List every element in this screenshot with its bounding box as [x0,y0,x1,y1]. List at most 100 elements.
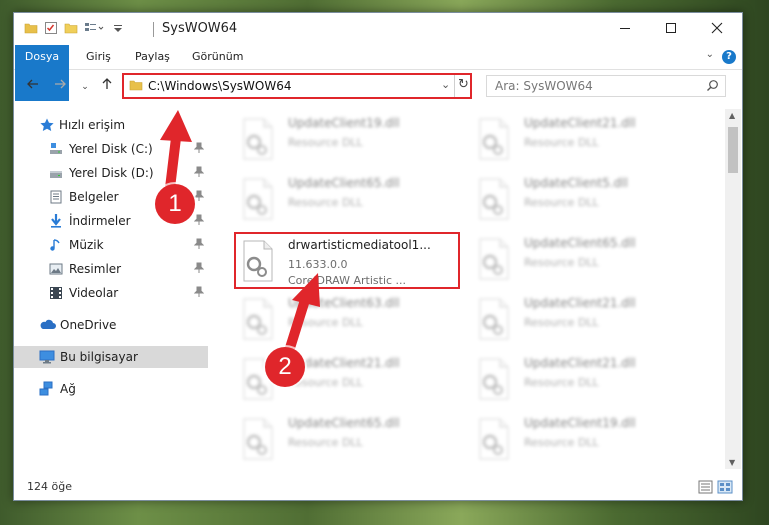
file-name: UpdateClient5.dll [524,176,628,190]
vertical-scrollbar[interactable]: ▲ ▼ [725,109,741,469]
back-button[interactable] [24,76,42,98]
maximize-button[interactable] [648,13,694,43]
file-item[interactable]: UpdateClient63.dll Resource DLL [236,291,460,347]
file-name: UpdateClient63.dll [288,296,400,310]
step-badge-2: 2 [265,347,305,387]
details-view-icon[interactable] [698,480,713,494]
nav-item-local-disk-d[interactable]: Yerel Disk (D:) [14,162,208,184]
file-item[interactable]: UpdateClient21.dll Resource DLL [472,111,696,167]
back-arrow-icon [27,79,38,89]
file-name: UpdateClient65.dll [288,416,400,430]
pin-icon[interactable] [193,166,205,178]
address-dropdown-icon[interactable]: ⌄ [441,78,450,91]
search-box[interactable]: Ara: SysWOW64 [486,75,726,97]
dll-file-icon [476,177,512,221]
file-type: Resource DLL [524,136,599,149]
nav-item-network[interactable]: Ağ [14,378,208,400]
explorer-window: SysWOW64 Dosya Giriş Paylaş Görünüm ⌄ ? … [13,12,743,501]
pin-icon[interactable] [193,238,205,250]
dll-file-icon [240,297,276,341]
music-icon [48,237,64,253]
step-badge-1: 1 [155,184,195,224]
tab-share[interactable]: Paylaş [135,45,170,69]
nav-item-videos[interactable]: Videolar [14,282,208,304]
view-options-icon[interactable] [84,21,104,38]
ribbon-tabs: Dosya Giriş Paylaş Görünüm ⌄ ? [14,45,742,101]
scrollbar-thumb[interactable] [728,127,738,173]
download-icon [48,213,64,229]
navigation-pane: Hızlı erişim Yerel Disk (C:) Yerel Disk … [14,109,210,469]
pin-icon[interactable] [193,142,205,154]
file-type: Resource DLL [524,256,599,269]
file-type: Resource DLL [288,436,363,449]
cloud-icon [39,317,56,333]
pictures-icon [48,261,64,277]
minimize-button[interactable] [602,13,648,43]
tab-view[interactable]: Görünüm [192,45,243,69]
properties-icon[interactable] [44,21,58,38]
pin-icon[interactable] [193,214,205,226]
nav-item-local-disk-c[interactable]: Yerel Disk (C:) [14,138,208,160]
item-count: 124 öğe [27,480,72,493]
file-type: Resource DLL [288,316,363,329]
file-name: UpdateClient21.dll [524,296,636,310]
scroll-down-icon[interactable]: ▼ [729,458,735,467]
expand-ribbon-icon[interactable]: ⌄ [706,49,714,60]
nav-item-quick-access[interactable]: Hızlı erişim [14,114,208,136]
file-type: Resource DLL [524,196,599,209]
file-item[interactable]: UpdateClient5.dll Resource DLL [472,171,696,227]
file-name: UpdateClient65.dll [288,176,400,190]
documents-icon [48,189,64,205]
videos-icon [48,285,64,301]
nav-item-onedrive[interactable]: OneDrive [14,314,208,336]
large-icons-view-icon[interactable] [717,480,733,494]
nav-item-this-pc[interactable]: Bu bilgisayar [14,346,208,368]
folder-icon [24,21,38,38]
dll-file-icon [476,117,512,161]
dll-file-icon [476,297,512,341]
address-bar[interactable]: C:\Windows\SysWOW64 ⌄ ↻ [122,73,472,99]
help-icon[interactable]: ? [722,50,736,64]
file-item[interactable]: UpdateClient65.dll Resource DLL [236,411,460,467]
view-toggle [698,480,734,497]
file-item[interactable]: UpdateClient21.dll Resource DLL [472,291,696,347]
file-name: UpdateClient19.dll [524,416,636,430]
refresh-icon[interactable]: ↻ [458,77,469,92]
pin-icon[interactable] [193,262,205,274]
new-folder-icon[interactable] [64,21,78,38]
address-separator [454,75,455,97]
maximize-icon [666,23,676,33]
up-button[interactable] [98,76,116,98]
file-item[interactable]: UpdateClient21.dll Resource DLL [472,351,696,407]
title-separator [153,22,154,37]
file-item[interactable]: UpdateClient65.dll Resource DLL [472,231,696,287]
nav-item-pictures[interactable]: Resimler [14,258,208,280]
dll-file-icon [476,357,512,401]
file-name: UpdateClient65.dll [524,236,636,250]
file-name: UpdateClient19.dll [288,116,400,130]
window-title: SysWOW64 [162,21,238,36]
pin-icon[interactable] [193,286,205,298]
file-item[interactable]: UpdateClient19.dll Resource DLL [236,111,460,167]
pin-icon[interactable] [193,190,205,202]
forward-button[interactable] [51,76,69,98]
scroll-up-icon[interactable]: ▲ [729,111,735,120]
nav-item-music[interactable]: Müzik [14,234,208,256]
forward-arrow-icon [55,79,66,89]
drive-icon [48,141,64,157]
dll-file-icon [240,117,276,161]
search-icon[interactable] [706,79,719,95]
file-type: Resource DLL [524,316,599,329]
tab-home[interactable]: Giriş [86,45,111,69]
customize-toolbar-icon[interactable] [112,21,124,38]
file-item[interactable]: UpdateClient65.dll Resource DLL [236,171,460,227]
computer-icon [39,349,55,365]
file-type: Resource DLL [524,376,599,389]
close-button[interactable] [694,13,740,43]
file-item[interactable]: UpdateClient19.dll Resource DLL [472,411,696,467]
dll-file-icon [240,417,276,461]
dll-file-icon [476,237,512,281]
chevron-down-icon: ⌄ [81,82,89,92]
search-input[interactable]: Ara: SysWOW64 [495,79,593,93]
recent-locations-button[interactable]: ⌄ [76,76,94,98]
